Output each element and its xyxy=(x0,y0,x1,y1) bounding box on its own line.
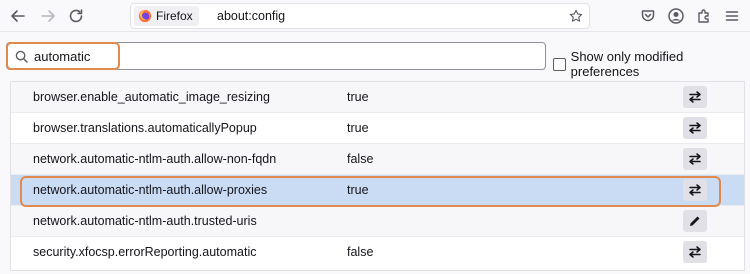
url-text[interactable]: about:config xyxy=(217,9,285,23)
toggle-icon xyxy=(689,91,701,103)
toggle-button[interactable] xyxy=(683,148,707,170)
pref-value: false xyxy=(347,245,374,259)
extensions-icon[interactable] xyxy=(692,4,716,28)
pref-value: false xyxy=(347,152,374,166)
pref-value: true xyxy=(347,90,369,104)
edit-button[interactable] xyxy=(683,210,707,232)
prefs-table: browser.enable_automatic_image_resizing … xyxy=(10,81,745,271)
pref-name: security.xfocsp.errorReporting.automatic xyxy=(33,245,257,259)
toggle-button[interactable] xyxy=(683,241,707,263)
toggle-button[interactable] xyxy=(683,117,707,139)
search-input[interactable] xyxy=(34,46,534,66)
bookmark-star-icon[interactable] xyxy=(567,7,585,25)
edit-icon xyxy=(690,216,700,226)
identity-label: Firefox xyxy=(156,9,193,23)
url-bar[interactable]: Firefox about:config xyxy=(130,3,590,29)
pref-name: browser.translations.automaticallyPopup xyxy=(33,121,257,135)
pref-name: network.automatic-ntlm-auth.allow-non-fq… xyxy=(33,152,277,166)
identity-box[interactable]: Firefox xyxy=(134,6,199,26)
pref-name: network.automatic-ntlm-auth.trusted-uris xyxy=(33,214,257,228)
toggle-button[interactable] xyxy=(683,179,707,201)
forward-icon[interactable] xyxy=(36,4,60,28)
pref-name: browser.enable_automatic_image_resizing xyxy=(33,90,270,104)
account-icon[interactable] xyxy=(664,4,688,28)
toggle-button[interactable] xyxy=(683,86,707,108)
show-modified-label: Show only modified preferences xyxy=(570,49,684,79)
pref-value: true xyxy=(347,121,369,135)
browser-toolbar: Firefox about:config xyxy=(0,0,750,32)
pref-value: true xyxy=(347,183,369,197)
pref-row[interactable]: browser.enable_automatic_image_resizing … xyxy=(11,82,744,113)
show-modified-toggle[interactable]: Show only modified preferences xyxy=(553,49,750,79)
toggle-icon xyxy=(689,246,701,258)
pocket-icon[interactable] xyxy=(636,4,660,28)
pref-name: network.automatic-ntlm-auth.allow-proxie… xyxy=(33,183,268,197)
firefox-logo-icon xyxy=(138,9,152,23)
pref-row[interactable]: security.xfocsp.errorReporting.automatic… xyxy=(11,237,744,268)
pref-row-selected[interactable]: network.automatic-ntlm-auth.allow-proxie… xyxy=(11,175,744,206)
toggle-icon xyxy=(689,184,701,196)
pref-row[interactable]: network.automatic-ntlm-auth.trusted-uris xyxy=(11,206,744,237)
toggle-icon xyxy=(689,122,701,134)
toggle-icon xyxy=(689,153,701,165)
search-icon xyxy=(15,50,28,63)
pref-row[interactable]: browser.translations.automaticallyPopup … xyxy=(11,113,744,144)
back-icon[interactable] xyxy=(6,4,30,28)
reload-icon[interactable] xyxy=(64,4,88,28)
show-modified-checkbox[interactable] xyxy=(553,57,566,71)
menu-icon[interactable] xyxy=(720,4,744,28)
pref-row[interactable]: network.automatic-ntlm-auth.allow-non-fq… xyxy=(11,144,744,175)
search-box[interactable] xyxy=(6,42,546,70)
